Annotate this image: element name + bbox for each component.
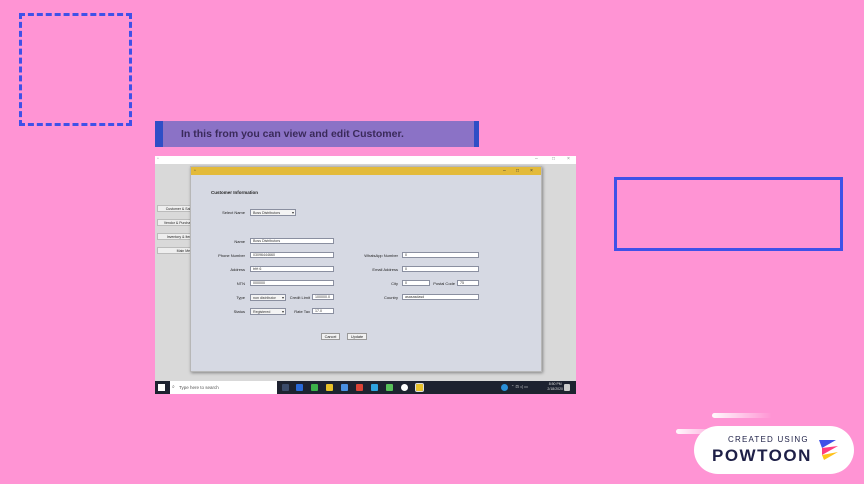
task-view-icon[interactable] <box>282 384 289 391</box>
close-icon[interactable]: × <box>567 156 570 162</box>
taskbar-clock[interactable]: 8:50 PM 2/18/2020 <box>547 382 563 392</box>
app-icon-lightblue[interactable] <box>371 384 378 391</box>
rate-tax-label: Rate Tax <box>294 309 310 314</box>
cancel-button[interactable]: Cancel <box>321 333 340 340</box>
city-field[interactable]: 0 <box>402 280 430 286</box>
dialog-app-icon: ▫ <box>194 168 196 174</box>
powtoon-logo-text: POWTOON <box>712 446 812 465</box>
dialog-minimize-icon[interactable]: – <box>503 167 506 175</box>
update-button[interactable]: Update <box>347 333 367 340</box>
address-label: Address <box>230 267 245 272</box>
taskbar-search-input[interactable]: ⌕ Type here to search <box>170 381 277 394</box>
phone-field[interactable]: 03096444660 <box>250 252 334 258</box>
whatsapp-label: WhatsApp Number <box>364 253 398 258</box>
chevron-down-icon: ▾ <box>281 295 284 300</box>
name-label: Name <box>234 239 245 244</box>
credit-limit-label: Credit Limit <box>289 295 310 300</box>
ntn-label: NTN <box>236 281 245 286</box>
name-field[interactable]: Boss Distributors <box>250 238 334 244</box>
dashed-placeholder-box <box>19 13 132 126</box>
windows-start-icon[interactable] <box>158 384 165 391</box>
dialog-titlebar: ▫ – □ × <box>191 167 541 175</box>
status-label: Status <box>233 309 245 314</box>
powtoon-logo-icon <box>819 440 838 460</box>
dialog-heading: Customer Information <box>211 190 259 195</box>
address-field[interactable]: trfrt 6 <box>250 266 334 272</box>
dialog-maximize-icon[interactable]: □ <box>516 167 519 175</box>
chevron-down-icon: ▾ <box>281 309 284 314</box>
background-window-titlebar: ▫ – □ × <box>155 156 576 164</box>
ntn-field[interactable]: 000000 <box>250 280 334 286</box>
taskbar-search-placeholder: Type here to search <box>179 385 219 390</box>
search-icon: ⌕ <box>172 384 175 390</box>
select-name-label: Select Name <box>222 210 245 215</box>
decorative-streak <box>712 413 772 418</box>
notification-icon[interactable] <box>564 384 570 391</box>
maximize-icon[interactable]: □ <box>552 156 555 162</box>
country-label: Country <box>383 295 398 300</box>
outlined-placeholder-box <box>614 177 843 251</box>
minimize-icon[interactable]: – <box>535 156 538 162</box>
type-dropdown[interactable]: non distributor ▾ <box>250 294 286 301</box>
country-field[interactable]: asasasdasd <box>402 294 479 300</box>
type-value: non distributor <box>253 296 276 300</box>
created-using-label: CREATED USING <box>728 435 809 444</box>
email-label: Email Address <box>372 267 398 272</box>
select-name-value: Boss Distributors <box>253 211 281 215</box>
chevron-down-icon: ▾ <box>291 210 294 215</box>
app-icon-blue[interactable] <box>341 384 348 391</box>
app-icon-green[interactable] <box>311 384 318 391</box>
whatsapp-field[interactable]: 0 <box>402 252 479 258</box>
windows-taskbar: ⌕ Type here to search ⌃ ⊡ ◁ ▭ 8:50 PM 2/… <box>155 381 576 394</box>
phone-label: Phone Number <box>218 253 245 258</box>
file-explorer-icon[interactable] <box>326 384 333 391</box>
app-icon: ▫ <box>157 156 159 162</box>
app-icon-circle[interactable] <box>401 384 408 391</box>
edge-browser-icon[interactable] <box>296 384 303 391</box>
select-name-dropdown[interactable]: Boss Distributors ▾ <box>250 209 296 216</box>
app-icon-lime[interactable] <box>386 384 393 391</box>
customer-info-dialog: ▫ – □ × Customer Information Select Name… <box>190 166 542 372</box>
java-app-icon[interactable] <box>415 383 424 392</box>
powtoon-watermark: CREATED USING POWTOON <box>694 426 854 474</box>
tray-app-icon[interactable] <box>501 384 508 391</box>
postal-code-label: Postal Code <box>433 281 455 286</box>
credit-limit-field[interactable]: 100000.0 <box>312 294 334 300</box>
postal-code-field[interactable]: 75 <box>457 280 479 286</box>
dialog-close-icon[interactable]: × <box>530 167 533 175</box>
info-banner: In this from you can view and edit Custo… <box>155 121 479 147</box>
status-dropdown[interactable]: Registered ▾ <box>250 308 286 315</box>
status-value: Registered <box>253 310 271 314</box>
rate-tax-field[interactable]: 17.0 <box>312 308 334 314</box>
chrome-browser-icon[interactable] <box>356 384 363 391</box>
desktop-screenshot: ▫ – □ × Customer & Sales Vendor & Purcha… <box>155 156 576 394</box>
city-label: City <box>391 281 398 286</box>
type-label: Type <box>236 295 245 300</box>
email-field[interactable]: 0 <box>402 266 479 272</box>
clock-date: 2/18/2020 <box>547 387 563 391</box>
system-tray-icons[interactable]: ⌃ ⊡ ◁ ▭ <box>511 384 528 389</box>
